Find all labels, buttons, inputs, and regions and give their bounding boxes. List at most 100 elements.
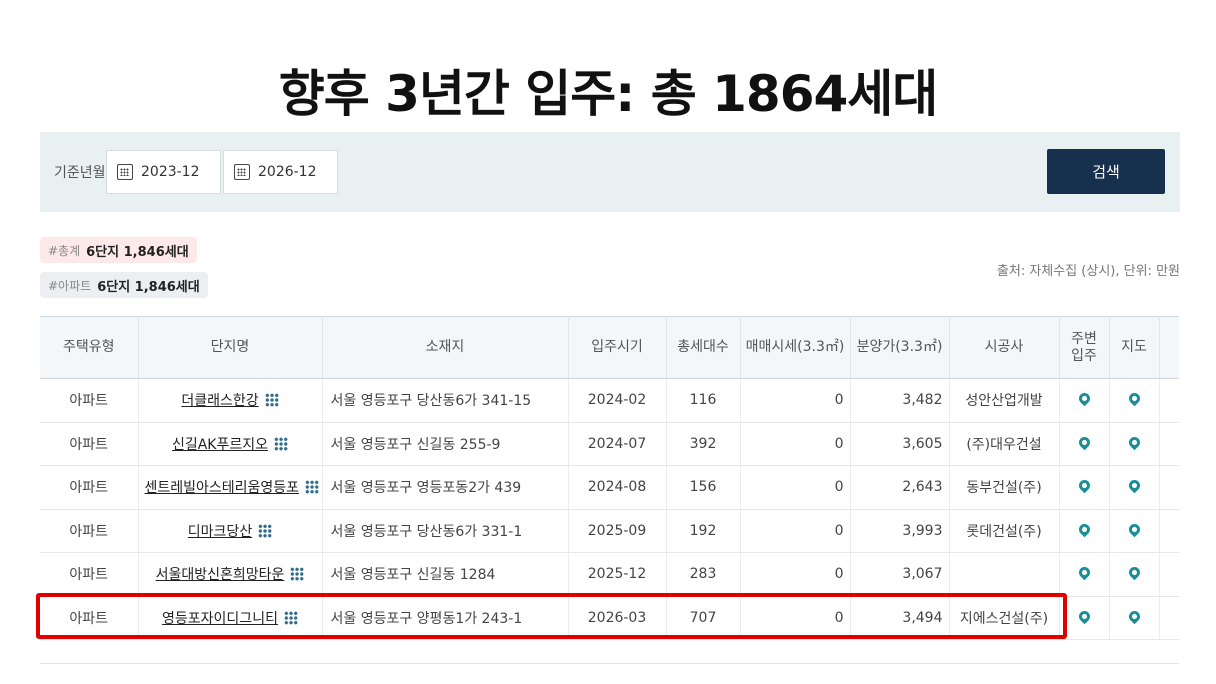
cell-address: 서울 영등포구 당산동6가 341-15	[322, 378, 569, 423]
complex-name-link[interactable]: 센트레빌아스테리움영등포	[145, 480, 300, 496]
cell-builder: 롯데건설(주)	[949, 509, 1060, 553]
cell-trade-price: 0	[740, 596, 851, 640]
complex-name-link[interactable]: 영등포자이디그니티	[162, 611, 278, 627]
map-pin-icon[interactable]	[1126, 434, 1142, 451]
cell-sale-price: 3,494	[850, 596, 950, 640]
map-pin-icon[interactable]	[1076, 564, 1092, 581]
cell-type: 아파트	[40, 422, 139, 466]
cell-builder: 성안산업개발	[949, 378, 1060, 423]
cell-nearby	[1059, 596, 1110, 640]
cell-map	[1109, 596, 1160, 640]
tag-total-value: 6단지 1,846세대	[86, 244, 189, 260]
grid-icon[interactable]	[305, 480, 320, 495]
complex-name-link[interactable]: 더클래스한강	[181, 393, 258, 409]
cell-name: 서울대방신혼희망타운	[138, 552, 323, 597]
table-row: 아파트 신길AK푸르지오 서울 영등포구 신길동 255-9 2024-07 392 0 3…	[40, 422, 1179, 466]
cell-builder: 동부건설(주)	[949, 465, 1060, 510]
tag-apartment[interactable]: #아파트 6단지 1,846세대	[40, 272, 208, 298]
calendar-icon	[234, 164, 250, 180]
cell-spacer	[1159, 552, 1179, 597]
end-date-input[interactable]: 2026-12	[223, 150, 338, 194]
grid-icon[interactable]	[290, 567, 305, 582]
header-spacer	[1159, 316, 1179, 379]
header-trade-price: 매매시세(3.3㎡)	[740, 316, 851, 379]
grid-icon[interactable]	[264, 393, 279, 408]
filter-bar: 기준년월 2023-12 2026-12 검색	[40, 132, 1180, 212]
header-address: 소재지	[322, 316, 569, 379]
header-type: 주택유형	[40, 316, 139, 379]
map-pin-icon[interactable]	[1126, 390, 1142, 407]
calendar-icon	[117, 164, 133, 180]
cell-nearby	[1059, 465, 1110, 510]
cell-address: 서울 영등포구 신길동 255-9	[322, 422, 569, 466]
cell-spacer	[1159, 378, 1179, 423]
cell-name: 디마크당산	[138, 509, 323, 553]
complex-name-link[interactable]: 신길AK푸르지오	[172, 437, 268, 453]
results-table: 주택유형 단지명 소재지 입주시기 총세대수 매매시세(3.3㎡) 분양가(3.…	[40, 316, 1179, 640]
cell-move-in: 2025-12	[568, 552, 667, 597]
grid-icon[interactable]	[283, 610, 298, 625]
header-sale-price: 분양가(3.3㎡)	[850, 316, 950, 379]
cell-name: 더클래스한강	[138, 378, 323, 423]
cell-sale-price: 3,993	[850, 509, 950, 553]
search-button[interactable]: 검색	[1047, 149, 1165, 194]
cell-trade-price: 0	[740, 465, 851, 510]
cell-households: 392	[666, 422, 741, 466]
table-row: 아파트 디마크당산 서울 영등포구 당산동6가 331-1 2025-09 192 0 3,…	[40, 509, 1179, 553]
cell-sale-price: 3,605	[850, 422, 950, 466]
map-pin-icon[interactable]	[1126, 477, 1142, 494]
filter-label: 기준년월	[54, 165, 106, 181]
map-pin-icon[interactable]	[1076, 390, 1092, 407]
tag-total-hash: #총계	[48, 243, 81, 258]
map-pin-icon[interactable]	[1076, 434, 1092, 451]
cell-move-in: 2025-09	[568, 509, 667, 553]
cell-name: 신길AK푸르지오	[138, 422, 323, 466]
cell-spacer	[1159, 509, 1179, 553]
map-pin-icon[interactable]	[1126, 608, 1142, 625]
cell-households: 156	[666, 465, 741, 510]
complex-name-link[interactable]: 서울대방신혼희망타운	[156, 567, 285, 583]
cell-nearby	[1059, 509, 1110, 553]
grid-icon[interactable]	[274, 436, 289, 451]
cell-type: 아파트	[40, 465, 139, 510]
cell-households: 116	[666, 378, 741, 423]
map-pin-icon[interactable]	[1126, 564, 1142, 581]
cell-builder	[949, 552, 1060, 597]
map-pin-icon[interactable]	[1076, 477, 1092, 494]
cell-sale-price: 3,482	[850, 378, 950, 423]
cell-nearby	[1059, 378, 1110, 423]
map-pin-icon[interactable]	[1126, 521, 1142, 538]
header-name: 단지명	[138, 316, 323, 379]
table-header-row: 주택유형 단지명 소재지 입주시기 총세대수 매매시세(3.3㎡) 분양가(3.…	[40, 316, 1179, 379]
tag-total[interactable]: #총계 6단지 1,846세대	[40, 237, 197, 263]
table-row: 아파트 서울대방신혼희망타운 서울 영등포구 신길동 1284 2025-12 283 0…	[40, 552, 1179, 597]
cell-builder: (주)대우건설	[949, 422, 1060, 466]
tag-apartment-hash: #아파트	[48, 278, 92, 293]
cell-map	[1109, 378, 1160, 423]
map-pin-icon[interactable]	[1076, 521, 1092, 538]
table-row: 아파트 영등포자이디그니티 서울 영등포구 양평동1가 243-1 2026-03 70…	[40, 596, 1179, 640]
cell-households: 707	[666, 596, 741, 640]
map-pin-icon[interactable]	[1076, 608, 1092, 625]
table-row: 아파트 센트레빌아스테리움영등포 서울 영등포구 영등포동2가 439 2024-08…	[40, 465, 1179, 510]
start-date-input[interactable]: 2023-12	[106, 150, 221, 194]
cell-spacer	[1159, 465, 1179, 510]
tag-apartment-value: 6단지 1,846세대	[97, 279, 200, 295]
cell-type: 아파트	[40, 596, 139, 640]
cell-address: 서울 영등포구 영등포동2가 439	[322, 465, 569, 510]
table-row: 아파트 더클래스한강 서울 영등포구 당산동6가 341-15 2024-02 116 0…	[40, 378, 1179, 423]
cell-nearby	[1059, 422, 1110, 466]
grid-icon[interactable]	[258, 523, 273, 538]
cell-builder: 지에스건설(주)	[949, 596, 1060, 640]
complex-name-link[interactable]: 디마크당산	[188, 524, 252, 540]
source-note: 출처: 자체수집 (상시), 단위: 만원	[996, 264, 1180, 279]
cell-address: 서울 영등포구 신길동 1284	[322, 552, 569, 597]
cell-spacer	[1159, 596, 1179, 640]
cell-map	[1109, 509, 1160, 553]
cell-map	[1109, 552, 1160, 597]
cell-type: 아파트	[40, 509, 139, 553]
header-households: 총세대수	[666, 316, 741, 379]
header-nearby: 주변 입주	[1059, 316, 1110, 379]
cell-address: 서울 영등포구 당산동6가 331-1	[322, 509, 569, 553]
cell-type: 아파트	[40, 552, 139, 597]
